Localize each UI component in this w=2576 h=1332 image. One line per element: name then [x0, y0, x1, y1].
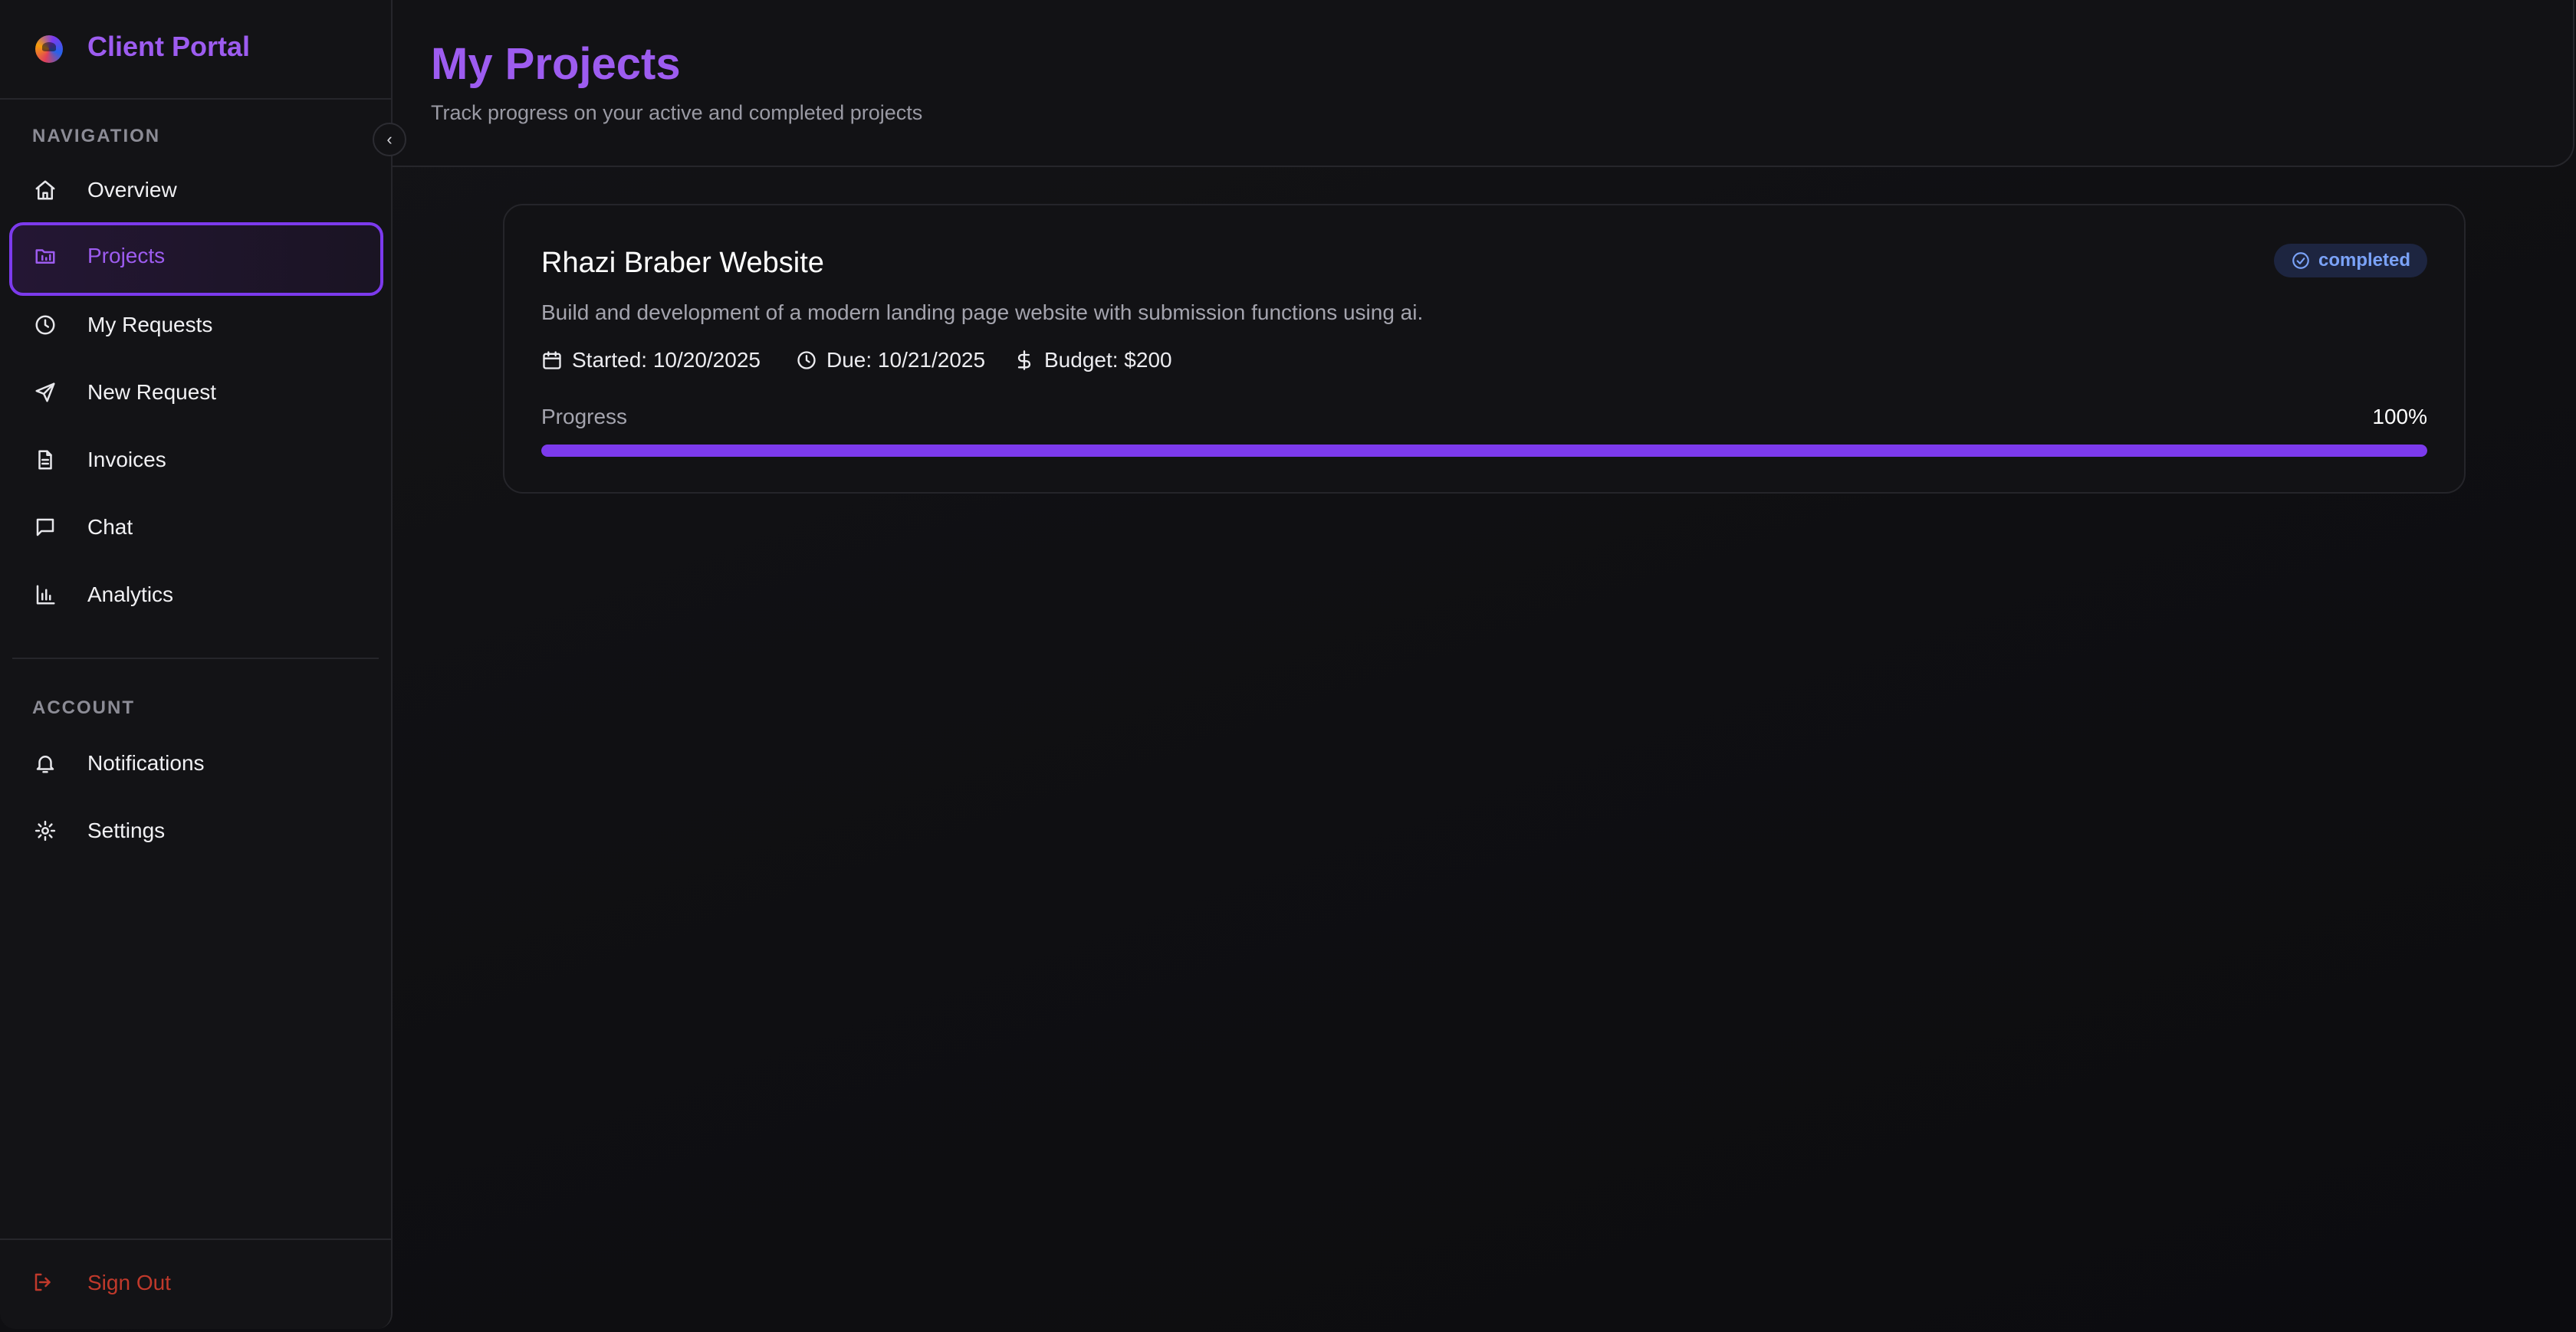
chat-icon	[32, 514, 58, 540]
logo-icon	[35, 35, 63, 63]
brand[interactable]: Client Portal	[0, 0, 391, 100]
project-budget: Budget: $200	[1014, 348, 1172, 372]
clock-icon	[32, 312, 58, 338]
status-label: completed	[2318, 250, 2410, 271]
due-date-text: Due: 10/21/2025	[826, 348, 986, 372]
sidebar-item-label: Notifications	[87, 751, 205, 775]
logout-icon	[32, 1271, 58, 1297]
document-icon	[32, 447, 58, 473]
check-circle-icon	[2291, 251, 2311, 271]
project-start-date: Started: 10/20/2025	[541, 348, 761, 372]
sign-out-button[interactable]: Sign Out	[0, 1238, 391, 1329]
account-section-heading: ACCOUNT	[32, 697, 135, 718]
app-root: Client Portal NAVIGATION Overview Projec…	[0, 0, 2576, 1332]
progress-bar-fill	[541, 445, 2427, 457]
sidebar-item-label: Settings	[87, 819, 166, 842]
nav-section-heading: NAVIGATION	[32, 126, 161, 146]
sidebar-item-analytics[interactable]: Analytics	[9, 561, 383, 630]
sign-out-label: Sign Out	[87, 1271, 171, 1294]
gear-icon	[32, 818, 58, 844]
page-header: My Projects Track progress on your activ…	[393, 0, 2574, 167]
sidebar-item-label: Analytics	[87, 582, 174, 606]
folder-icon	[32, 243, 58, 269]
app-name: Client Portal	[87, 31, 251, 62]
sidebar-item-invoices[interactable]: Invoices	[9, 426, 383, 495]
page-subtitle: Track progress on your active and comple…	[431, 101, 923, 124]
sidebar-item-projects[interactable]: Projects	[9, 222, 383, 296]
progress-label: Progress	[541, 405, 628, 428]
sidebar-item-overview[interactable]: Overview	[9, 156, 383, 225]
sidebar-item-new-request[interactable]: New Request	[9, 359, 383, 428]
send-icon	[32, 379, 58, 405]
sidebar-item-my-requests[interactable]: My Requests	[9, 291, 383, 360]
sidebar-item-notifications[interactable]: Notifications	[9, 730, 383, 799]
progress-value: 100%	[2372, 405, 2427, 428]
clock-icon	[796, 349, 817, 371]
sidebar-item-settings[interactable]: Settings	[9, 797, 383, 866]
sidebar-item-label: Projects	[87, 244, 166, 267]
sidebar-item-chat[interactable]: Chat	[9, 494, 383, 563]
sidebar-item-label: New Request	[87, 380, 217, 404]
project-due-date: Due: 10/21/2025	[796, 348, 985, 372]
sidebar-item-label: My Requests	[87, 313, 213, 336]
sidebar-item-label: Overview	[87, 178, 177, 202]
sidebar-item-label: Chat	[87, 515, 133, 539]
project-card[interactable]: Rhazi Braber Website completed Build and…	[503, 204, 2466, 494]
sidebar-item-label: Invoices	[87, 448, 166, 471]
bar-chart-icon	[32, 582, 58, 608]
chevron-left-icon: ‹	[386, 130, 393, 149]
bell-icon	[32, 750, 58, 776]
page-title: My Projects	[431, 39, 681, 89]
dollar-icon	[1014, 349, 1035, 371]
start-date-text: Started: 10/20/2025	[572, 348, 761, 372]
project-description: Build and development of a modern landin…	[541, 300, 1424, 324]
project-title: Rhazi Braber Website	[541, 247, 824, 279]
sidebar-divider	[12, 658, 379, 659]
status-badge: completed	[2273, 244, 2427, 277]
sidebar: Client Portal NAVIGATION Overview Projec…	[0, 0, 393, 1329]
sidebar-collapse-button[interactable]: ‹	[373, 123, 406, 156]
budget-text: Budget: $200	[1044, 348, 1172, 372]
progress-bar	[541, 445, 2427, 457]
calendar-icon	[541, 349, 563, 371]
home-icon	[32, 177, 58, 203]
